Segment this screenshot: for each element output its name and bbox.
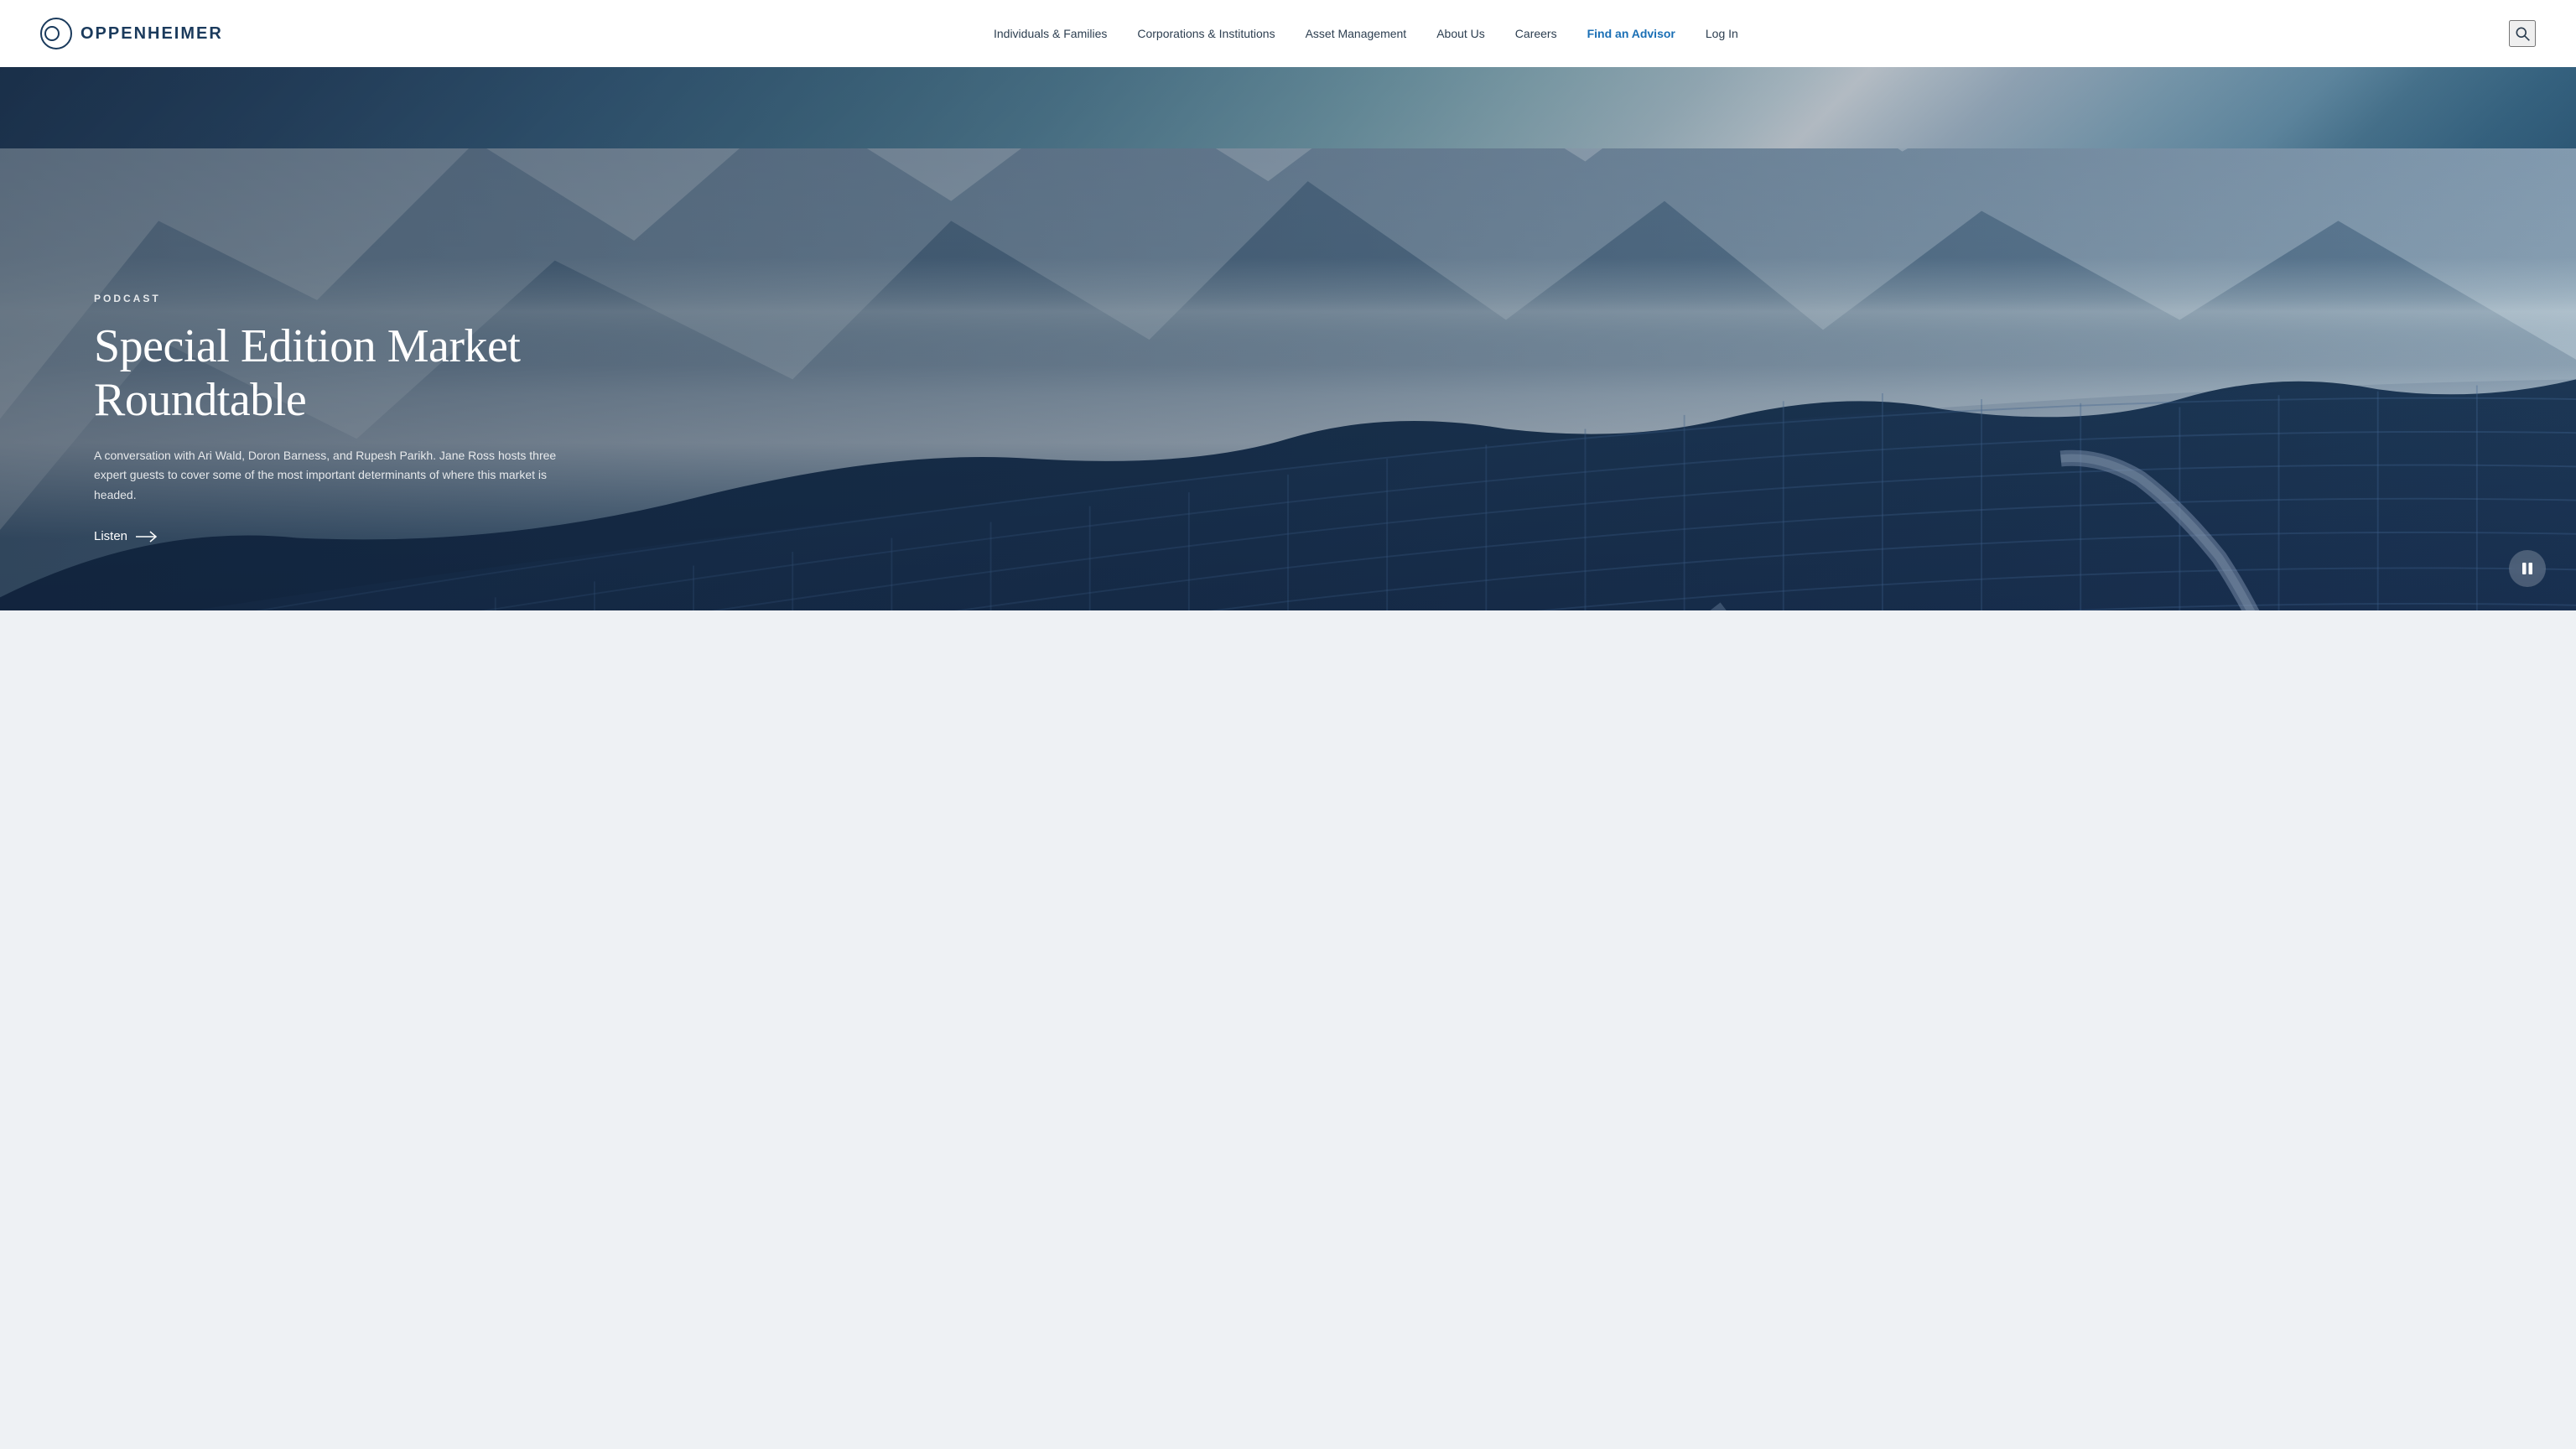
nav-item-about-us[interactable]: About Us <box>1436 27 1485 40</box>
hero-section: PODCAST Special Edition Market Roundtabl… <box>0 67 2576 610</box>
main-content: OPPENHEIMER Individuals & Families Corpo… <box>0 0 2576 610</box>
hero-content: PODCAST Special Edition Market Roundtabl… <box>0 293 587 610</box>
header-right <box>2509 20 2536 47</box>
search-icon <box>2514 25 2531 42</box>
hero-description: A conversation with Ari Wald, Doron Barn… <box>94 446 580 506</box>
nav-item-corporations[interactable]: Corporations & Institutions <box>1137 27 1275 40</box>
nav-item-careers[interactable]: Careers <box>1515 27 1557 40</box>
hero-title: Special Edition Market Roundtable <box>94 319 587 428</box>
header: OPPENHEIMER Individuals & Families Corpo… <box>0 0 2576 67</box>
pause-icon <box>2521 562 2534 575</box>
pause-button[interactable] <box>2509 550 2546 587</box>
nav-item-login[interactable]: Log In <box>1706 27 1738 40</box>
main-nav: Individuals & Families Corporations & In… <box>994 27 1738 40</box>
nav-item-individuals[interactable]: Individuals & Families <box>994 27 1107 40</box>
nav-item-asset-management[interactable]: Asset Management <box>1306 27 1407 40</box>
logo-text: OPPENHEIMER <box>80 24 223 44</box>
page-wrapper: OPPENHEIMER Individuals & Families Corpo… <box>0 0 2576 1449</box>
logo-link[interactable]: OPPENHEIMER <box>40 18 223 49</box>
arrow-icon <box>136 531 159 543</box>
logo-icon <box>40 18 72 49</box>
hero-label: PODCAST <box>94 293 587 304</box>
hero-cta-link[interactable]: Listen <box>94 529 587 543</box>
search-button[interactable] <box>2509 20 2536 47</box>
hero-cta-text: Listen <box>94 529 127 543</box>
nav-item-find-advisor[interactable]: Find an Advisor <box>1587 27 1675 40</box>
